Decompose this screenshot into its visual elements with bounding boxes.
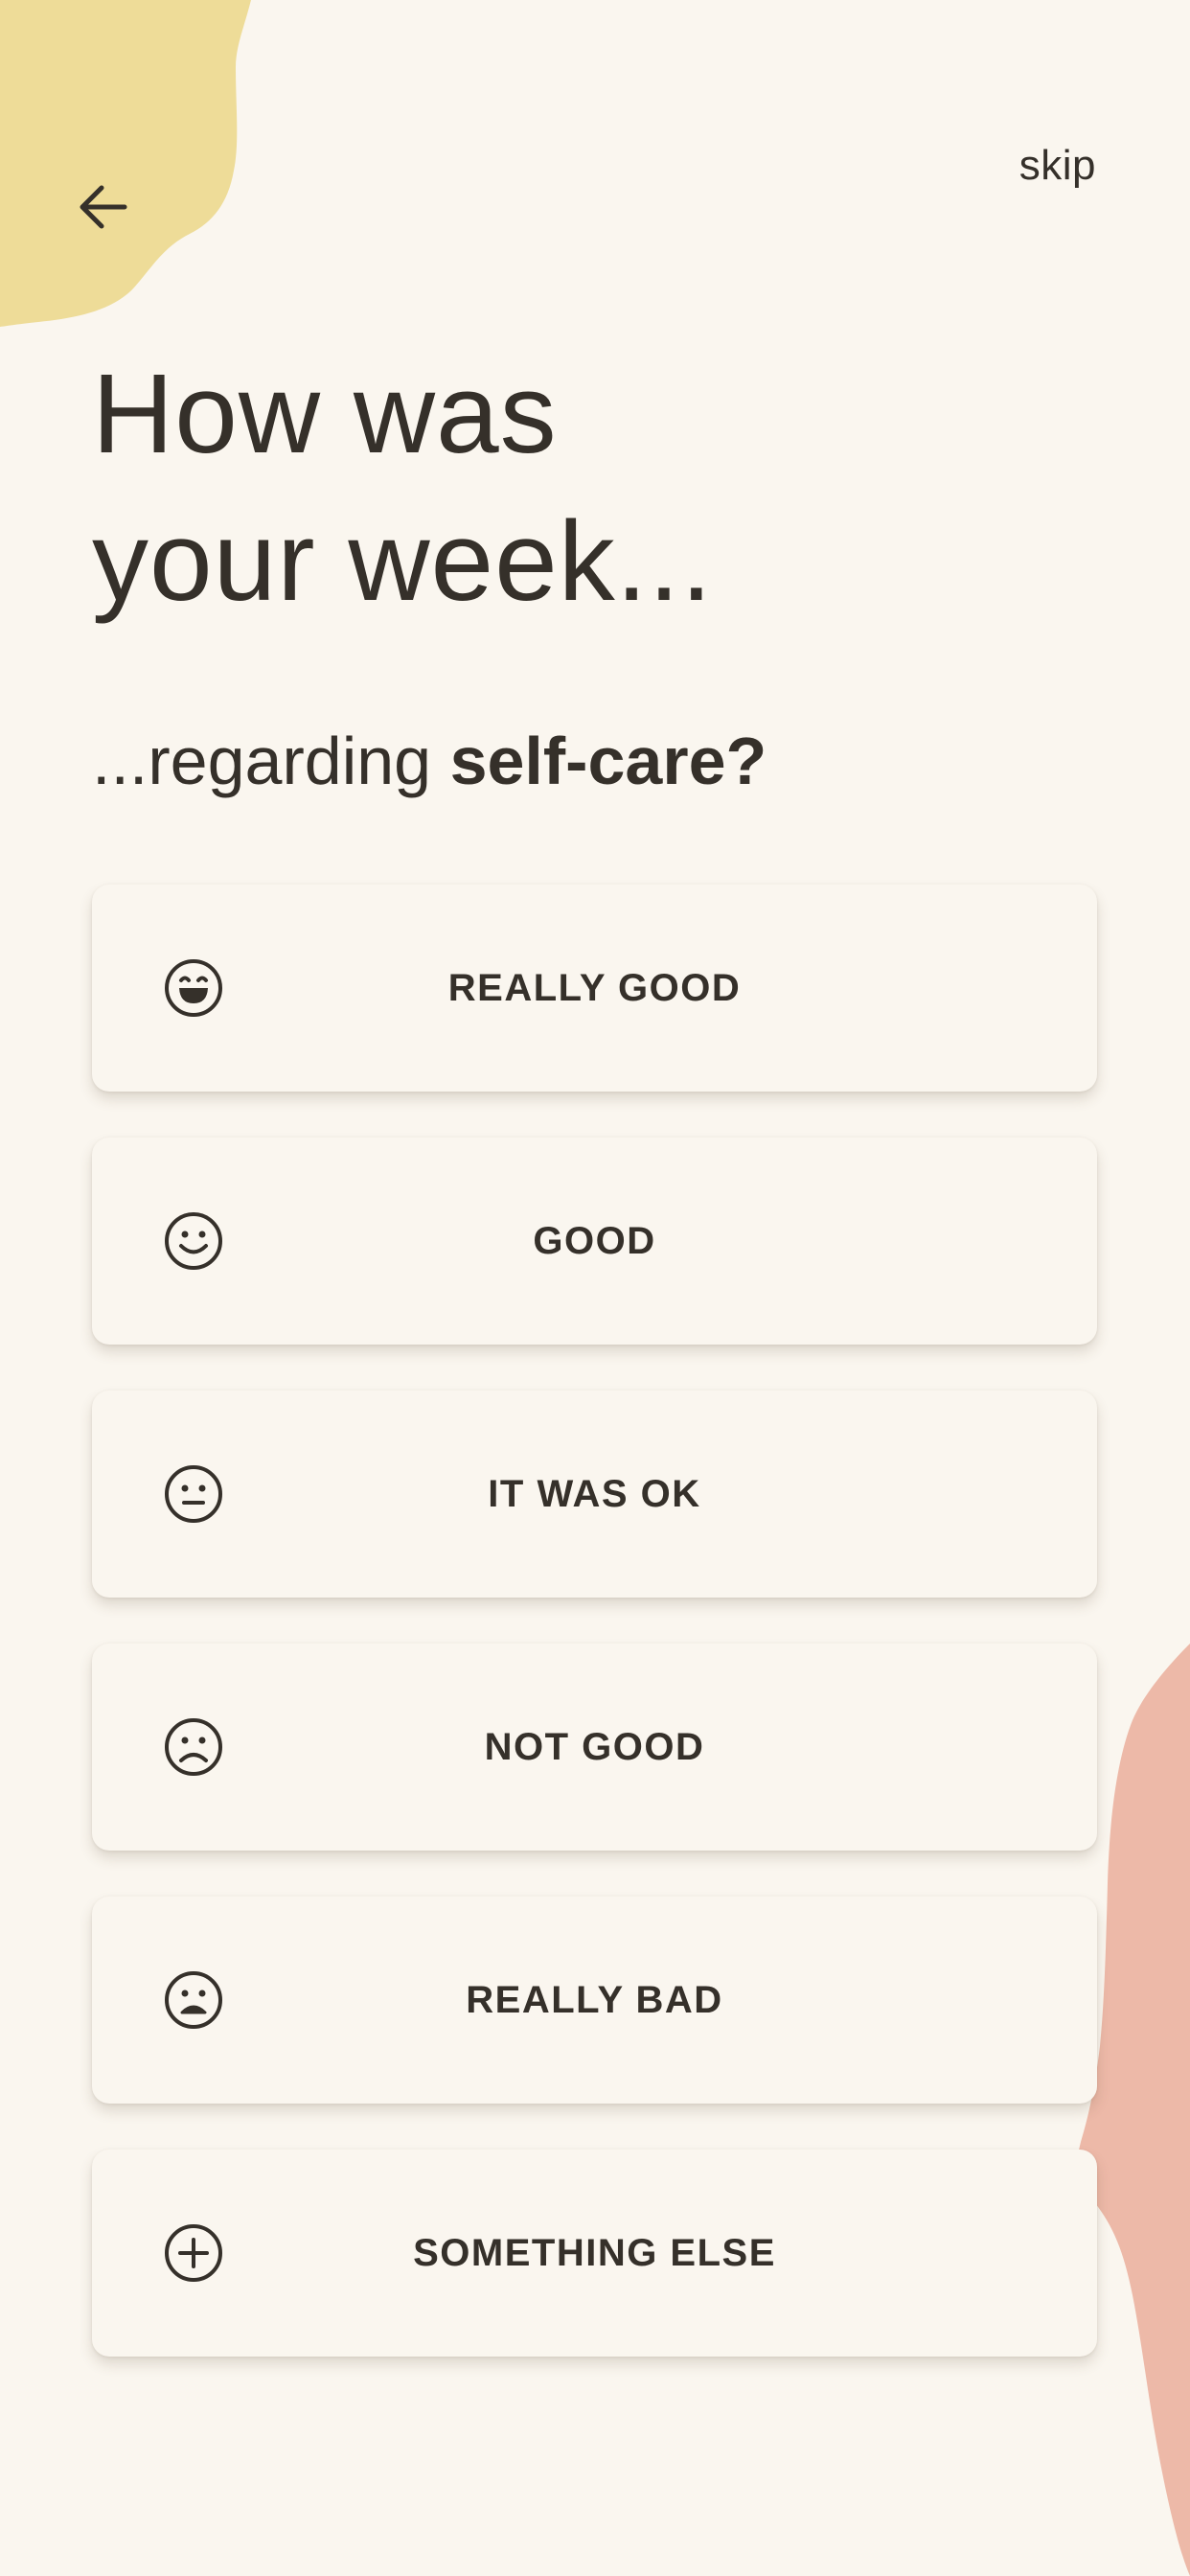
- page-title-line-2: your week...: [92, 498, 714, 625]
- subtitle: ...regarding self-care?: [92, 721, 767, 801]
- page-title: How was your week...: [92, 340, 713, 635]
- option-label: REALLY GOOD: [447, 966, 742, 1009]
- skip-button[interactable]: skip: [1019, 142, 1096, 190]
- option-label: REALLY BAD: [466, 1978, 723, 2021]
- option-something-else-button[interactable]: SOMETHING ELSE: [92, 2150, 1097, 2357]
- page-title-line-1: How was: [92, 351, 558, 477]
- subtitle-topic: self-care?: [449, 724, 767, 798]
- subtitle-prefix: ...regarding: [92, 724, 450, 798]
- arrow-left-icon: [80, 185, 127, 229]
- mood-options-list: REALLY GOOD GOOD IT WAS OK NOT GOOD REAL…: [92, 885, 1097, 2403]
- option-not-good-button[interactable]: NOT GOOD: [92, 1644, 1097, 1851]
- option-it-was-ok-button[interactable]: IT WAS OK: [92, 1391, 1097, 1598]
- option-really-bad-button[interactable]: REALLY BAD: [92, 1897, 1097, 2104]
- back-button[interactable]: [77, 180, 130, 234]
- option-really-good-button[interactable]: REALLY GOOD: [92, 885, 1097, 1092]
- yellow-blob-decoration: [0, 0, 251, 327]
- option-good-button[interactable]: GOOD: [92, 1138, 1097, 1345]
- option-label: IT WAS OK: [488, 1472, 701, 1515]
- option-label: GOOD: [533, 1219, 656, 1262]
- option-label: SOMETHING ELSE: [413, 2231, 776, 2274]
- option-label: NOT GOOD: [484, 1725, 705, 1768]
